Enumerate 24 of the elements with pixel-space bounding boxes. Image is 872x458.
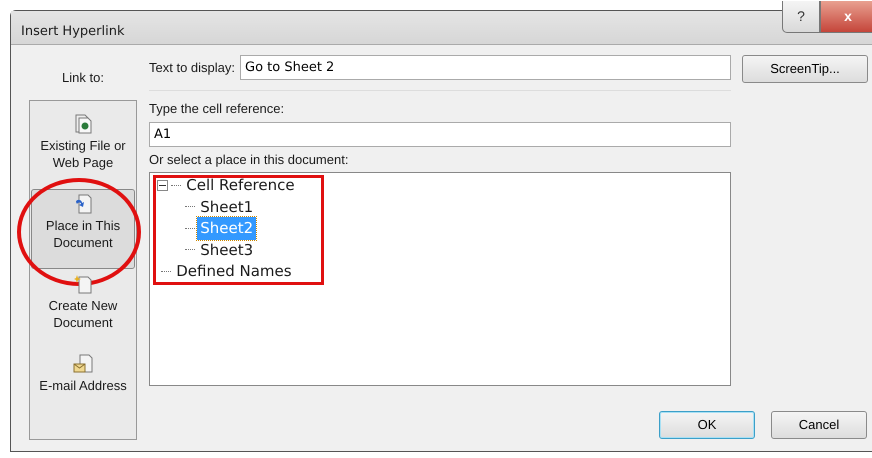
screentip-button[interactable]: ScreenTip... <box>742 55 868 83</box>
tree-item[interactable]: Sheet3 <box>197 238 256 261</box>
dialog-button[interactable]: Cancel <box>771 411 867 439</box>
tree-item[interactable]: Defined Names <box>173 260 295 282</box>
help-button[interactable]: ? <box>782 1 820 33</box>
tree-item[interactable]: Cell Reference <box>183 174 298 196</box>
new-document-icon <box>74 274 92 294</box>
field-label: Type the cell reference: <box>149 100 286 118</box>
link-type-button[interactable]: E-mail Address <box>31 348 135 428</box>
link-type-button[interactable]: Existing File or Web Page <box>31 108 135 188</box>
text-field[interactable]: Go to Sheet 2 <box>240 55 731 80</box>
field-label: Or select a place in this document: <box>149 151 350 169</box>
link-to-label: Link to: <box>61 69 105 87</box>
dialog-button[interactable]: OK <box>659 411 755 439</box>
tree-item[interactable]: Sheet1 <box>197 196 256 218</box>
link-type-button[interactable]: Place in This Document <box>31 188 135 268</box>
field-label: Text to display: <box>149 58 235 77</box>
collapse-toggle[interactable] <box>157 180 168 191</box>
link-type-button[interactable]: Create New Document <box>31 268 135 348</box>
document-icon <box>74 114 92 134</box>
window-title: Insert Hyperlink <box>21 24 124 39</box>
document-arrow-icon <box>74 194 92 214</box>
envelope-document-icon <box>73 354 93 374</box>
cell-reference-field[interactable]: A1 <box>149 122 731 147</box>
